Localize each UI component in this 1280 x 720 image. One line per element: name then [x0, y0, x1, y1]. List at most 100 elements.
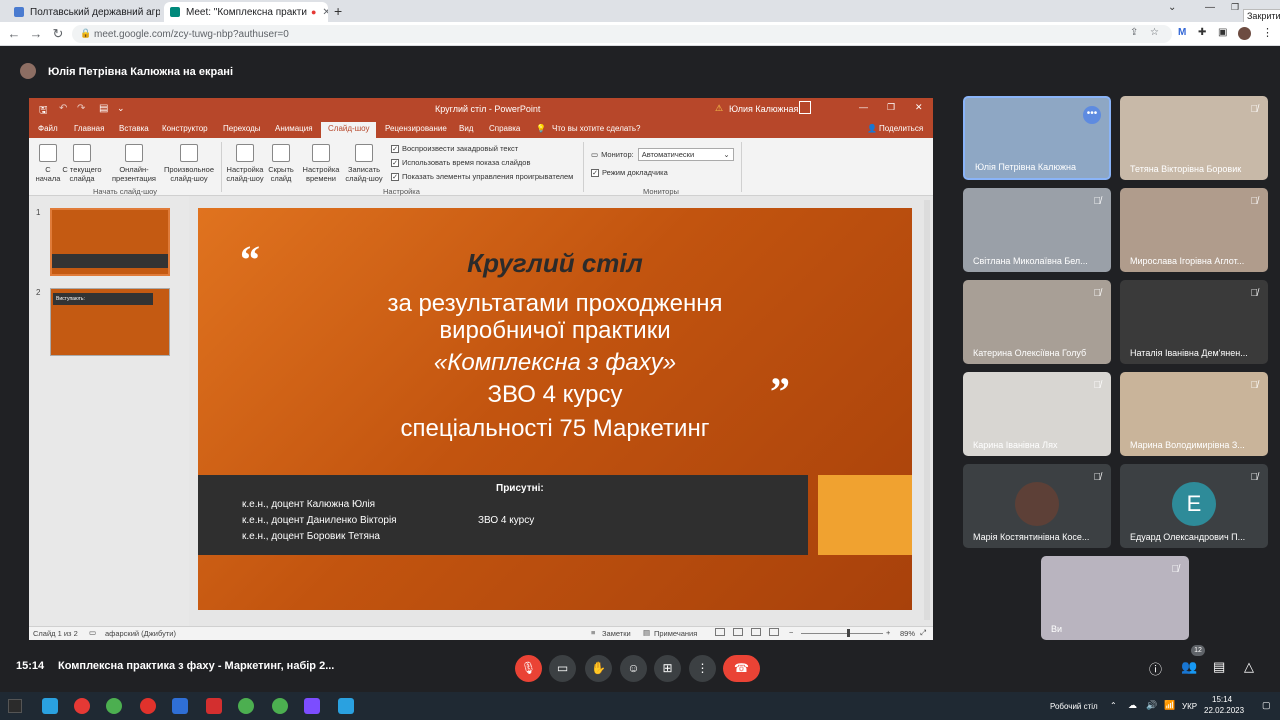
star-icon[interactable]: ☆ [1150, 27, 1159, 38]
slideshow-start-icon[interactable]: ▤ [99, 103, 108, 114]
tab-view[interactable]: Вид [459, 124, 473, 133]
participant-tile[interactable]: 🎙̸ Карина Іванівна Лях [963, 372, 1111, 456]
more-options-button[interactable]: ⋮ [689, 655, 716, 682]
rehearse-button[interactable]: Настройка времени [301, 144, 341, 183]
wifi-icon[interactable]: 📶 [1164, 700, 1175, 711]
presenter-view-checkbox[interactable]: ✓ Режим докладчика [591, 168, 668, 177]
minimize-icon[interactable]: — [1205, 2, 1215, 13]
system-date[interactable]: 22.02.2023 [1204, 706, 1244, 715]
browser-tab-2[interactable]: Meet: "Комплексна практи ● ✕ [164, 2, 328, 22]
participant-tile[interactable]: 🎙̸ Марія Костянтинівна Косе... [963, 464, 1111, 548]
info-icon[interactable]: ⓘ [1149, 659, 1162, 678]
redo-icon[interactable]: ↷ [77, 103, 85, 114]
tab-file[interactable]: Файл [38, 124, 58, 133]
from-start-button[interactable]: С начала [33, 144, 63, 183]
browser-tab-1[interactable]: Полтавський державний аграр ✕ [8, 2, 160, 22]
sidepanel-icon[interactable]: ▣ [1218, 27, 1227, 38]
end-call-button[interactable]: ☎ [723, 655, 760, 682]
volume-icon[interactable]: 🔊 [1146, 700, 1157, 711]
extension-icon[interactable]: M [1178, 27, 1186, 38]
tab-insert[interactable]: Вставка [119, 124, 149, 133]
comments-button[interactable]: Примечания [654, 629, 697, 638]
slide-canvas[interactable]: “ ” Круглий стіл за результатами проходж… [198, 208, 912, 610]
maximize-icon[interactable]: ❐ [1231, 2, 1239, 13]
puzzle-icon[interactable]: ✚ [1198, 27, 1206, 38]
participant-tile[interactable]: ••• Юлія Петрівна Калюжна [963, 96, 1111, 180]
close-icon[interactable]: ✕ [316, 7, 328, 18]
online-present-button[interactable]: Онлайн- презентация [107, 144, 161, 183]
normal-view-icon[interactable] [715, 628, 725, 636]
from-current-button[interactable]: С текущего слайда [61, 144, 103, 183]
zoom-out-icon[interactable]: − [789, 628, 793, 637]
participant-tile[interactable]: E 🎙̸ Едуард Олександрович П... [1120, 464, 1268, 548]
telegram-icon[interactable] [42, 698, 58, 714]
slide-thumbnail-2[interactable]: Виступають: [50, 288, 170, 356]
monitor-select[interactable]: Автоматически ⌄ [637, 148, 734, 161]
maximize-icon[interactable]: ❐ [887, 102, 895, 113]
more-options-icon[interactable]: ••• [1083, 106, 1101, 124]
lock-icon[interactable]: 🔒 [80, 28, 91, 39]
custom-show-button[interactable]: Произвольное слайд-шоу [161, 144, 217, 183]
activities-icon[interactable]: △ [1244, 659, 1254, 675]
chevron-up-icon[interactable]: ⌃ [1110, 701, 1117, 710]
zoom-slider-thumb[interactable] [847, 629, 850, 637]
participant-tile[interactable]: 🎙̸ Наталія Іванівна Дем'янен... [1120, 280, 1268, 364]
viber-icon[interactable] [304, 698, 320, 714]
word-icon[interactable] [172, 698, 188, 714]
chevron-down-icon[interactable]: ⌄ [1168, 2, 1176, 13]
ribbon-display-icon[interactable] [799, 101, 811, 114]
self-view-tile[interactable]: 🎙̸ Ви [1041, 556, 1189, 640]
new-tab-icon[interactable]: + [334, 3, 342, 19]
media-controls-checkbox[interactable]: ✓ Показать элементы управления проигрыват… [391, 172, 573, 181]
tab-home[interactable]: Главная [74, 124, 104, 133]
save-icon[interactable]: 🖫 [39, 103, 48, 120]
participant-tile[interactable]: 🎙̸ Світлана Миколаївна Бел... [963, 188, 1111, 272]
tell-me-search[interactable]: Что вы хотите сделать? [552, 124, 640, 133]
acrobat-icon[interactable] [206, 698, 222, 714]
present-button[interactable]: ⊞ [654, 655, 681, 682]
spellcheck-icon[interactable]: ▭ [89, 628, 96, 637]
back-icon[interactable]: ← [6, 26, 22, 41]
share-icon[interactable]: ⇪ [1130, 27, 1138, 38]
start-icon[interactable] [8, 699, 22, 713]
participant-tile[interactable]: 🎙̸ Тетяна Вікторівна Боровик [1120, 96, 1268, 180]
forward-icon[interactable]: → [28, 26, 44, 41]
emoji-button[interactable]: ☺ [620, 655, 647, 682]
timings-checkbox[interactable]: ✓ Использовать время показа слайдов [391, 158, 530, 167]
tab-help[interactable]: Справка [489, 124, 520, 133]
participant-tile[interactable]: 🎙̸ Катерина Олексіївна Голуб [963, 280, 1111, 364]
chrome-icon[interactable] [272, 698, 288, 714]
share-button[interactable]: Поделиться [879, 124, 923, 133]
opera-icon[interactable] [140, 698, 156, 714]
hide-slide-button[interactable]: Скрыть слайд [265, 144, 297, 183]
menu-dots-icon[interactable]: ⋮ [1262, 26, 1273, 39]
language-status[interactable]: афарский (Джибути) [105, 629, 176, 638]
participant-tile[interactable]: 🎙̸ Мирослава Ігорівна Аглот... [1120, 188, 1268, 272]
quick-access-chevron-icon[interactable]: ⌄ [117, 103, 125, 114]
address-bar[interactable]: meet.google.com/zcy-tuwg-nbp?authuser=0 [72, 25, 1172, 43]
raise-hand-button[interactable]: ✋ [585, 655, 612, 682]
tab-slideshow[interactable]: Слайд-шоу [321, 122, 377, 138]
slideshow-view-icon[interactable] [769, 628, 779, 636]
network-icon[interactable]: ☁ [1128, 700, 1137, 711]
chrome-icon[interactable] [238, 698, 254, 714]
reading-view-icon[interactable] [751, 628, 761, 636]
chat-icon[interactable]: ▤ [1213, 659, 1225, 675]
people-icon[interactable]: 👥 [1181, 659, 1197, 675]
camera-button[interactable]: ▭ [549, 655, 576, 682]
reload-icon[interactable]: ↻ [50, 26, 66, 42]
slide-thumbnail-1[interactable] [50, 208, 170, 276]
setup-show-button[interactable]: Настройка слайд-шоу [225, 144, 265, 183]
undo-icon[interactable]: ↶ [59, 103, 67, 114]
close-icon[interactable]: ✕ [915, 102, 923, 113]
sorter-view-icon[interactable] [733, 628, 743, 636]
notifications-icon[interactable]: ▢ [1262, 700, 1271, 711]
fit-slide-icon[interactable]: ⤢ [920, 628, 926, 638]
tab-design[interactable]: Конструктор [162, 124, 208, 133]
narration-checkbox[interactable]: ✓ Воспроизвести закадровый текст [391, 144, 518, 153]
tab-animations[interactable]: Анимация [275, 124, 313, 133]
participant-tile[interactable]: 🎙̸ Марина Володимирівна З... [1120, 372, 1268, 456]
profile-avatar[interactable] [1238, 27, 1251, 40]
tab-review[interactable]: Рецензирование [385, 124, 447, 133]
record-app-icon[interactable] [74, 698, 90, 714]
